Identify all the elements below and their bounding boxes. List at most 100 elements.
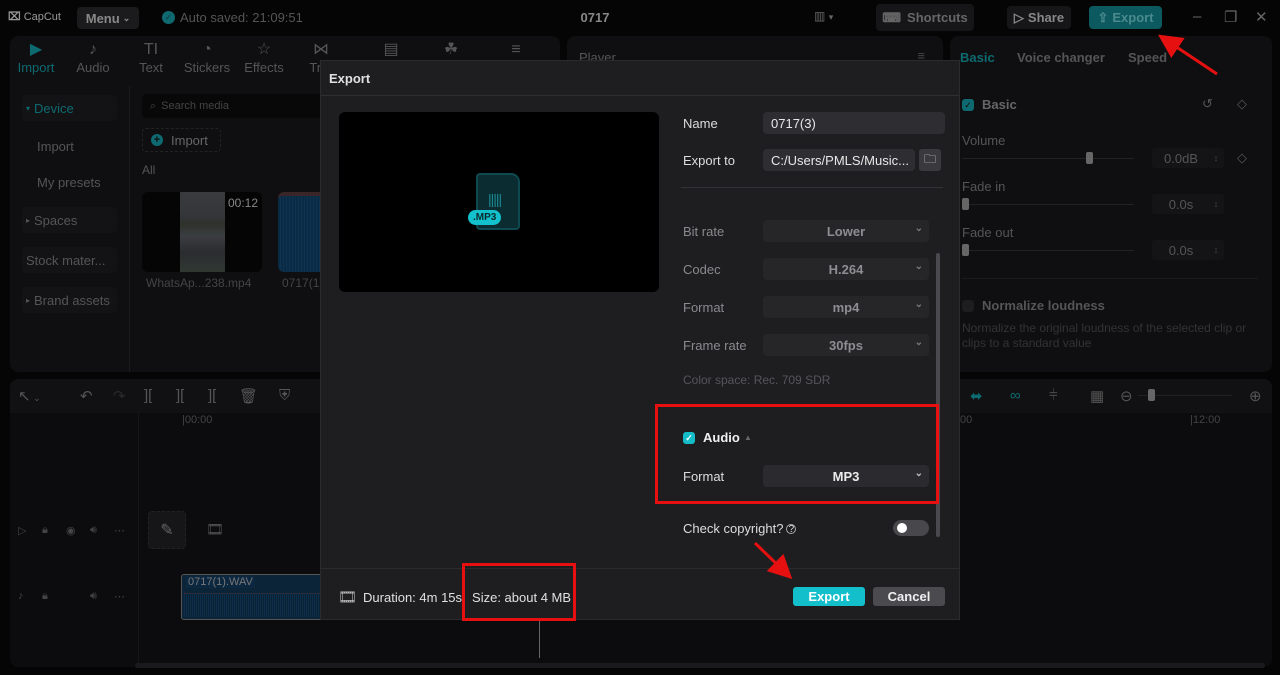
sidebar-item-spaces[interactable]: ▸ Spaces bbox=[22, 207, 117, 233]
tab-audio[interactable]: ♪ Audio bbox=[67, 40, 119, 75]
ai-shield-icon[interactable]: ⛨ bbox=[279, 387, 290, 404]
tab-effects[interactable]: ☆ Effects bbox=[238, 40, 290, 75]
lock-icon[interactable]: 🔒︎ bbox=[42, 524, 48, 537]
keyframe-icon[interactable]: ◇ bbox=[1237, 96, 1247, 112]
normalize-checkbox[interactable] bbox=[962, 300, 974, 312]
timeline-scrollbar[interactable] bbox=[135, 663, 1265, 668]
volume-slider[interactable] bbox=[962, 158, 1134, 159]
preview-axis-icon[interactable]: ⫩ bbox=[1049, 387, 1058, 404]
magnet-icon[interactable]: ⬌ bbox=[970, 387, 983, 405]
tab-adjustment[interactable]: ≡ bbox=[490, 40, 542, 60]
share-button[interactable]: ▷ Share bbox=[1007, 6, 1071, 29]
help-icon[interactable]: ? bbox=[786, 523, 797, 534]
color-space-info: Color space: Rec. 709 SDR bbox=[683, 373, 831, 387]
eye-icon[interactable]: ◉ bbox=[66, 524, 76, 537]
frame-rate-select[interactable]: 30fps ⌄ bbox=[763, 334, 929, 356]
delete-icon[interactable]: 🗑 bbox=[239, 387, 258, 405]
zoom-in-icon[interactable]: ⊕ bbox=[1249, 387, 1262, 405]
split-left-icon[interactable]: ][ bbox=[176, 387, 184, 404]
close-button[interactable]: ✕ bbox=[1255, 8, 1268, 26]
sidebar-item-import[interactable]: Import bbox=[22, 133, 117, 159]
more-icon[interactable]: ⋯ bbox=[114, 524, 125, 537]
fade-out-slider-handle[interactable] bbox=[962, 244, 969, 256]
cover-edit-button[interactable]: ✎ bbox=[148, 511, 186, 549]
select-tool-icon[interactable]: ↖ ⌄ bbox=[18, 387, 41, 405]
tab-import[interactable]: ▶ Import bbox=[10, 40, 62, 75]
stickers-icon: ◔ bbox=[202, 41, 212, 58]
transitions-icon: ⋈ bbox=[313, 41, 329, 58]
reset-icon[interactable]: ↺ bbox=[1202, 96, 1213, 112]
export-to-label: Export to bbox=[683, 153, 736, 168]
browse-folder-button[interactable]: 🗀 bbox=[919, 149, 941, 171]
media-item-name: WhatsAp...238.mp4 bbox=[146, 276, 252, 290]
format-select[interactable]: mp4 ⌄ bbox=[763, 296, 929, 318]
filters-icon: ☘ bbox=[443, 41, 459, 58]
mute-icon[interactable]: 🔊︎ bbox=[90, 590, 97, 603]
sidebar-item-my-presets[interactable]: My presets bbox=[22, 169, 117, 195]
zoom-fit-icon[interactable]: ▦ bbox=[1090, 387, 1104, 405]
bit-rate-select[interactable]: Lower ⌄ bbox=[763, 220, 929, 242]
fade-in-slider-handle[interactable] bbox=[962, 198, 969, 210]
tab-voice-changer[interactable]: Voice changer bbox=[1017, 50, 1105, 65]
menu-button[interactable]: Menu ⌄ bbox=[77, 7, 139, 29]
basic-section-title: Basic bbox=[982, 97, 1017, 112]
import-media-button[interactable]: + Import bbox=[142, 128, 221, 152]
mute-icon[interactable]: 🔊︎ bbox=[90, 524, 97, 537]
tab-text[interactable]: TI Text bbox=[125, 40, 177, 75]
tab-speed[interactable]: Speed bbox=[1128, 50, 1167, 65]
volume-stepper[interactable]: ↕ bbox=[1208, 148, 1224, 168]
tab-filters[interactable]: ☘ bbox=[425, 40, 477, 60]
basic-checkbox[interactable]: ✓ bbox=[962, 99, 974, 111]
cancel-button[interactable]: Cancel bbox=[873, 587, 945, 606]
fade-in-stepper[interactable]: ↕ bbox=[1208, 194, 1224, 214]
restore-button[interactable]: ❐ bbox=[1224, 8, 1237, 26]
media-item-video[interactable]: 00:12 bbox=[142, 192, 262, 272]
shortcuts-button[interactable]: ⌨ Shortcuts bbox=[876, 4, 974, 31]
zoom-out-icon[interactable]: ⊖ bbox=[1120, 387, 1133, 405]
select-value: H.264 bbox=[828, 261, 864, 277]
sidebar-item-label: Stock mater... bbox=[26, 252, 106, 268]
minimize-button[interactable]: – bbox=[1193, 8, 1201, 25]
divider bbox=[321, 95, 959, 96]
volume-slider-handle[interactable] bbox=[1086, 152, 1094, 164]
sidebar-item-brand-assets[interactable]: ▸ Brand assets bbox=[22, 287, 117, 313]
export-path-input[interactable]: C:/Users/PMLS/Music... bbox=[763, 149, 915, 171]
name-input[interactable]: 0717(3) bbox=[763, 112, 945, 134]
redo-icon[interactable]: ↷ bbox=[113, 387, 126, 405]
toggle-knob bbox=[897, 523, 907, 533]
media-item-audio[interactable] bbox=[278, 192, 320, 272]
tab-stickers[interactable]: ◔ Stickers bbox=[181, 40, 233, 75]
divider bbox=[321, 568, 959, 569]
link-icon[interactable]: ∞ bbox=[1010, 387, 1021, 404]
playhead[interactable] bbox=[539, 620, 540, 658]
split-right-icon[interactable]: ][ bbox=[208, 387, 216, 404]
check-copyright-toggle[interactable] bbox=[893, 520, 929, 536]
fade-in-value[interactable]: 0.0s bbox=[1152, 194, 1210, 214]
project-title: 0717 bbox=[580, 10, 610, 25]
zoom-slider-handle[interactable] bbox=[1148, 389, 1155, 401]
export-confirm-button[interactable]: Export bbox=[793, 587, 865, 606]
tab-captions[interactable]: ▤ bbox=[365, 40, 417, 60]
format-label: Format bbox=[683, 300, 725, 315]
tab-basic[interactable]: Basic bbox=[960, 50, 995, 65]
fade-out-stepper[interactable]: ↕ bbox=[1208, 240, 1224, 260]
fade-out-slider[interactable] bbox=[962, 250, 1134, 251]
layout-button[interactable]: ▥ ▾ bbox=[814, 9, 833, 23]
more-icon[interactable]: ⋯ bbox=[114, 590, 125, 603]
undo-icon[interactable]: ↶ bbox=[80, 387, 93, 405]
export-button-top[interactable]: ⇪ Export bbox=[1089, 6, 1162, 29]
file-type-badge: .MP3 bbox=[468, 210, 502, 225]
fade-in-slider[interactable] bbox=[962, 204, 1134, 205]
lock-icon[interactable]: 🔒︎ bbox=[42, 590, 48, 603]
volume-keyframe-icon[interactable]: ◇ bbox=[1237, 150, 1247, 166]
audio-waveform bbox=[184, 593, 328, 617]
codec-select[interactable]: H.264 ⌄ bbox=[763, 258, 929, 280]
sidebar-item-stock-mater[interactable]: Stock mater... bbox=[22, 247, 117, 273]
search-media-input[interactable]: ⌕ Search media bbox=[142, 94, 342, 118]
sidebar-item-device[interactable]: ▾ Device bbox=[22, 95, 117, 121]
split-icon[interactable]: ][ bbox=[144, 387, 152, 404]
chevron-down-icon: ⌄ bbox=[914, 299, 923, 310]
volume-value[interactable]: 0.0dB bbox=[1152, 148, 1210, 168]
audio-clip[interactable]: 0717(1).WAV bbox=[181, 574, 331, 620]
fade-out-value[interactable]: 0.0s bbox=[1152, 240, 1210, 260]
